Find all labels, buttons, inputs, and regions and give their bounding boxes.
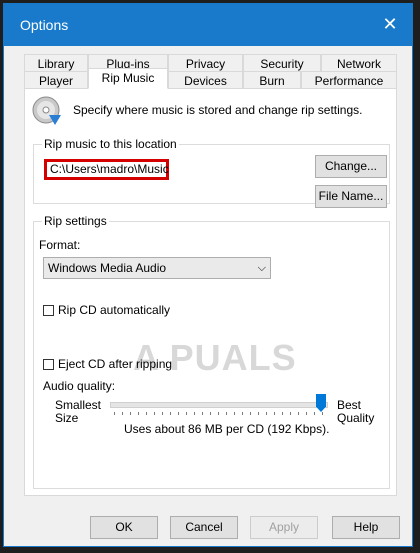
- slider-tick: [162, 412, 163, 415]
- slider-tick: [138, 412, 139, 415]
- best-label: Best: [337, 398, 362, 412]
- slider-tick: [266, 412, 267, 415]
- slider-tick: [322, 412, 323, 415]
- slider-tick: [146, 412, 147, 415]
- format-select[interactable]: Windows Media Audio ⌵: [43, 257, 271, 279]
- slider-tick: [122, 412, 123, 415]
- intro-text: Specify where music is stored and change…: [73, 103, 363, 117]
- eject-cd-checkbox[interactable]: [43, 359, 54, 371]
- slider-tick: [306, 412, 307, 415]
- slider-tick: [234, 412, 235, 415]
- tab-library[interactable]: Library: [24, 54, 88, 72]
- eject-cd-label: Eject CD after ripping: [58, 357, 173, 371]
- tab-player[interactable]: Player: [24, 71, 88, 89]
- slider-tick: [114, 412, 115, 415]
- slider-tick: [298, 412, 299, 415]
- cancel-button[interactable]: Cancel: [170, 516, 238, 539]
- slider-tick: [202, 412, 203, 415]
- options-dialog: Options ✕ Library Plug-ins Privacy Secur…: [3, 3, 413, 547]
- slider-tick: [170, 412, 171, 415]
- tab-security[interactable]: Security: [243, 54, 321, 72]
- dialog-client: Library Plug-ins Privacy Security Networ…: [4, 46, 412, 546]
- slider-tick: [154, 412, 155, 415]
- size-label: Size: [55, 411, 79, 425]
- close-icon[interactable]: ✕: [378, 12, 402, 36]
- audio-quality-label: Audio quality:: [43, 379, 116, 393]
- slider-tick: [250, 412, 251, 415]
- smallest-label: Smallest: [55, 398, 102, 412]
- usage-text: Uses about 86 MB per CD (192 Kbps).: [124, 422, 330, 436]
- slider-tick: [218, 412, 219, 415]
- slider-tick: [242, 412, 243, 415]
- quality-label: Quality: [337, 411, 375, 425]
- slider-tick: [282, 412, 283, 415]
- slider-tick: [186, 412, 187, 415]
- title-bar: Options ✕: [4, 4, 412, 46]
- ok-button[interactable]: OK: [90, 516, 158, 539]
- audio-quality-slider-track[interactable]: [110, 402, 328, 408]
- slider-tick: [194, 412, 195, 415]
- slider-tick: [210, 412, 211, 415]
- window-title: Options: [20, 17, 69, 33]
- rip-location-path: C:\Users\madro\Music: [44, 159, 169, 180]
- format-select-value: Windows Media Audio: [48, 261, 167, 275]
- rip-cd-automatically-label: Rip CD automatically: [58, 303, 171, 317]
- file-name-button[interactable]: File Name...: [315, 185, 387, 208]
- rip-cd-automatically-row[interactable]: Rip CD automatically: [43, 303, 170, 317]
- tab-privacy[interactable]: Privacy: [168, 54, 243, 72]
- tab-burn[interactable]: Burn: [243, 71, 301, 89]
- rip-settings-group-label: Rip settings: [42, 214, 109, 228]
- slider-tick: [226, 412, 227, 415]
- chevron-down-icon: ⌵: [257, 262, 266, 274]
- tab-rip-music[interactable]: Rip Music: [88, 68, 168, 89]
- slider-tick: [130, 412, 131, 415]
- slider-tick: [178, 412, 179, 415]
- location-group: Rip music to this location C:\Users\madr…: [33, 137, 390, 208]
- format-label: Format:: [39, 238, 81, 252]
- eject-cd-row[interactable]: Eject CD after ripping: [43, 357, 172, 371]
- tab-devices[interactable]: Devices: [168, 71, 243, 89]
- change-button[interactable]: Change...: [315, 155, 387, 178]
- help-button[interactable]: Help: [332, 516, 400, 539]
- location-group-label: Rip music to this location: [42, 137, 179, 151]
- cd-icon: [32, 96, 61, 125]
- tab-network[interactable]: Network: [321, 54, 397, 72]
- rip-cd-automatically-checkbox[interactable]: [43, 305, 54, 317]
- slider-tick: [258, 412, 259, 415]
- apply-button[interactable]: Apply: [250, 516, 318, 539]
- slider-tick: [274, 412, 275, 415]
- slider-tick: [314, 412, 315, 415]
- tab-performance[interactable]: Performance: [301, 71, 397, 89]
- slider-tick: [290, 412, 291, 415]
